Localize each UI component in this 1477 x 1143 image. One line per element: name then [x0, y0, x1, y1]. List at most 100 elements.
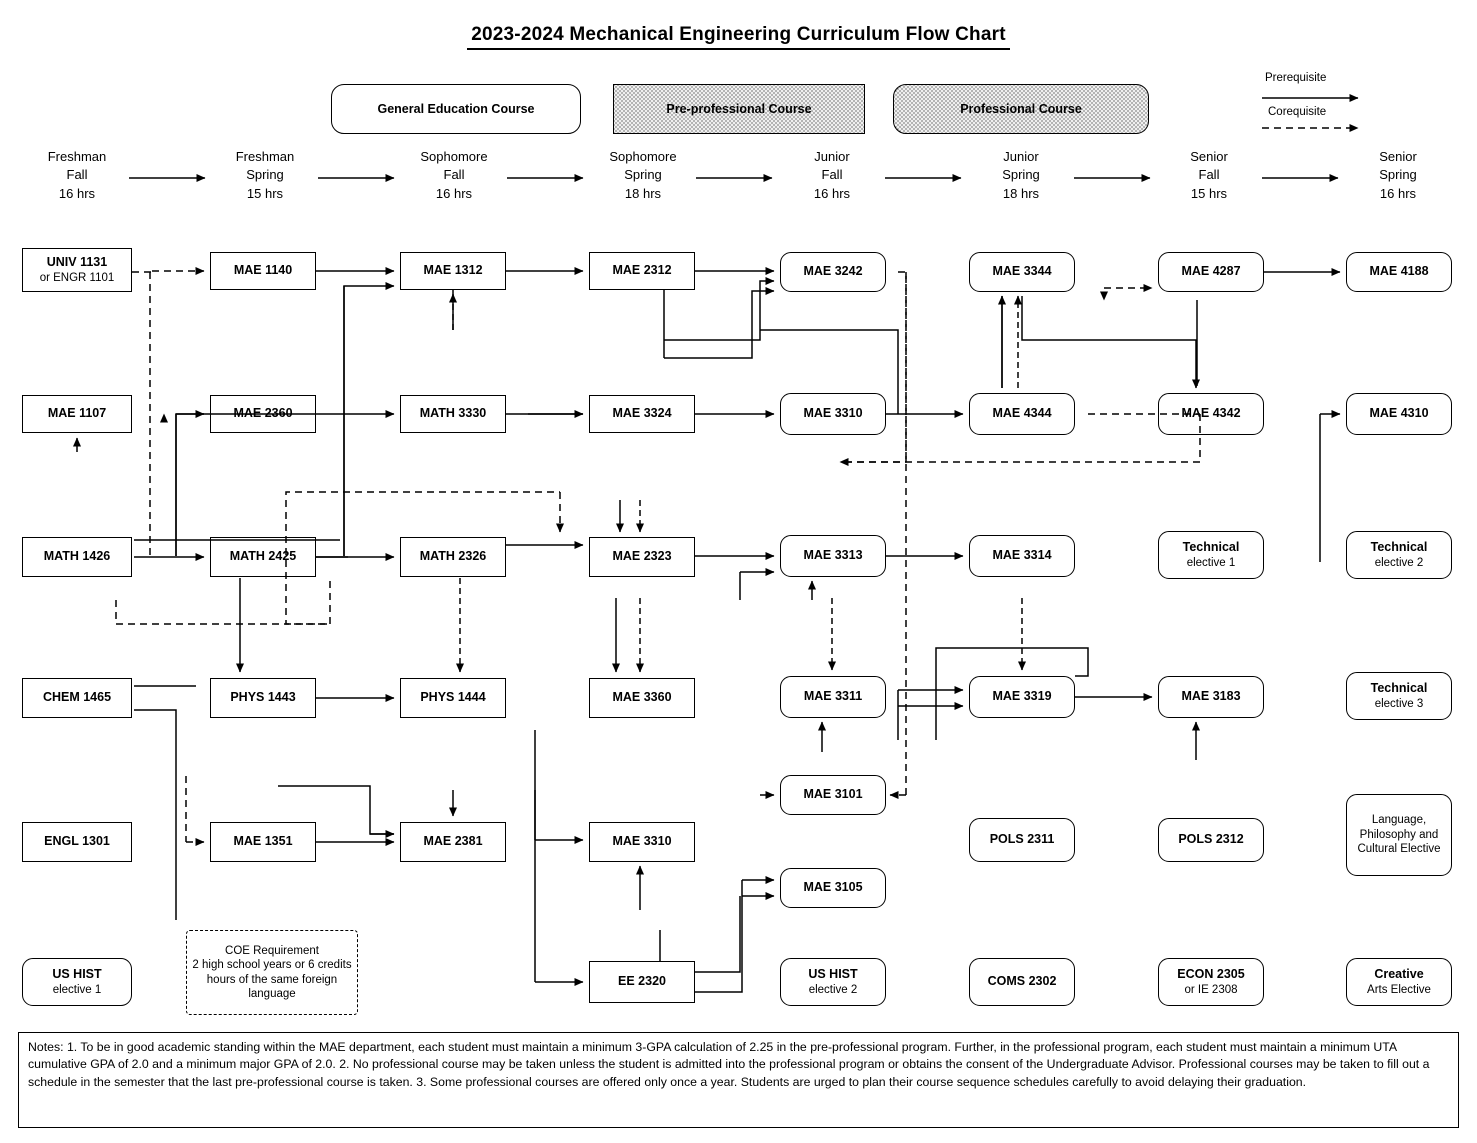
course-label: US HIST	[808, 967, 858, 981]
course-node-content: MAE 3313	[803, 548, 862, 564]
course-node-content: MAE 3344	[992, 264, 1051, 280]
course-node-math2425[interactable]: MATH 2425	[210, 537, 316, 577]
course-node-mae3344[interactable]: MAE 3344	[969, 252, 1075, 292]
course-label: MATH 2326	[419, 549, 487, 564]
course-node-content: MAE 4344	[992, 406, 1051, 422]
course-node-mae3310a[interactable]: MAE 3310	[589, 822, 695, 862]
course-node-mae1140[interactable]: MAE 1140	[210, 252, 316, 290]
course-node-content: MAE 2360	[233, 406, 292, 422]
course-node-tech1[interactable]: Technical elective 1	[1158, 531, 1264, 579]
course-node-ushist2[interactable]: US HIST elective 2	[780, 958, 886, 1006]
semester-hours: 16 hrs	[58, 185, 96, 201]
course-node-math1426[interactable]: MATH 1426	[22, 537, 132, 577]
course-label: MAE 3360	[612, 690, 672, 705]
course-label: Technical	[1370, 540, 1428, 554]
course-node-pols2311[interactable]: POLS 2311	[969, 818, 1075, 862]
course-node-mae2381[interactable]: MAE 2381	[400, 822, 506, 862]
course-node-mae3183[interactable]: MAE 3183	[1158, 676, 1264, 718]
semester-term: Fall	[66, 167, 88, 183]
course-node-langphil[interactable]: Language, Philosophy and Cultural Electiv…	[1346, 794, 1452, 876]
course-label: MAE 2323	[612, 549, 672, 564]
semester-year: Junior	[814, 149, 850, 164]
course-node-content: PHYS 1444	[420, 690, 485, 706]
course-node-tech3[interactable]: Technical elective 3	[1346, 672, 1452, 720]
semester-header-3: Sophomore Fall 16 hrs	[379, 148, 529, 203]
course-node-mae4287[interactable]: MAE 4287	[1158, 252, 1264, 292]
course-node-content: COE Requirement 2 high school years or 6 …	[189, 944, 355, 1002]
course-node-content: MAE 3360	[612, 690, 671, 706]
semester-term: Spring	[624, 167, 662, 183]
course-node-pols2312[interactable]: POLS 2312	[1158, 818, 1264, 862]
course-node-mae2360[interactable]: MAE 2360	[210, 395, 316, 433]
semester-hours: 18 hrs	[1002, 185, 1040, 201]
course-node-phys1443[interactable]: PHYS 1443	[210, 678, 316, 718]
course-node-mae3101[interactable]: MAE 3101	[780, 775, 886, 815]
course-label: MATH 2425	[229, 549, 297, 564]
course-node-tech2[interactable]: Technical elective 2	[1346, 531, 1452, 579]
semester-header-6: Junior Spring 18 hrs	[946, 148, 1096, 203]
course-node-mae4188[interactable]: MAE 4188	[1346, 252, 1452, 292]
course-node-mae3310b[interactable]: MAE 3310	[780, 393, 886, 435]
course-node-math2326[interactable]: MATH 2326	[400, 537, 506, 577]
course-sublabel: elective 2	[1374, 556, 1424, 569]
course-node-mae4344[interactable]: MAE 4344	[969, 393, 1075, 435]
course-node-content: PHYS 1443	[230, 690, 295, 706]
legend-professional-course: Professional Course	[893, 84, 1149, 134]
course-node-mae1312[interactable]: MAE 1312	[400, 252, 506, 290]
course-label: MAE 4287	[1181, 264, 1241, 279]
course-label: MAE 3310	[803, 406, 863, 421]
course-node-mae3360[interactable]: MAE 3360	[589, 678, 695, 718]
page-title-text: 2023-2024 Mechanical Engineering Curricu…	[467, 24, 1010, 50]
course-label: ECON 2305	[1177, 967, 1245, 981]
course-sublabel: or IE 2308	[1184, 983, 1238, 996]
course-label: CHEM 1465	[42, 690, 112, 705]
course-node-content: MAE 2323	[612, 549, 671, 565]
edge-into-mae3242-b	[664, 287, 775, 359]
course-node-mae2323[interactable]: MAE 2323	[589, 537, 695, 577]
course-node-mae3242[interactable]: MAE 3242	[780, 252, 886, 292]
course-node-content: Creative Arts Elective	[1367, 967, 1431, 997]
course-node-content: MAE 3183	[1181, 689, 1240, 705]
semester-year: Freshman	[235, 149, 295, 164]
course-node-content: MAE 3105	[803, 880, 862, 896]
course-node-mae3105[interactable]: MAE 3105	[780, 868, 886, 908]
course-node-ushist1[interactable]: US HIST elective 1	[22, 958, 132, 1006]
course-node-content: MAE 4287	[1181, 264, 1240, 280]
course-node-mae1107[interactable]: MAE 1107	[22, 395, 132, 433]
course-node-mae3311[interactable]: MAE 3311	[780, 676, 886, 718]
course-node-content: Technical elective 2	[1371, 540, 1428, 570]
course-label: Technical	[1182, 540, 1240, 554]
course-node-coms2302[interactable]: COMS 2302	[969, 958, 1075, 1006]
course-node-mae1351[interactable]: MAE 1351	[210, 822, 316, 862]
course-label: PHYS 1444	[420, 690, 486, 705]
course-node-ee2320[interactable]: EE 2320	[589, 961, 695, 1003]
course-node-engl1301[interactable]: ENGL 1301	[22, 822, 132, 862]
semester-header-1: Freshman Fall 16 hrs	[2, 148, 152, 203]
semester-header-5: Junior Fall 16 hrs	[757, 148, 907, 203]
course-label: MAE 3319	[992, 689, 1052, 704]
course-label: POLS 2311	[989, 832, 1055, 847]
course-node-mae3324[interactable]: MAE 3324	[589, 395, 695, 433]
course-node-content: EE 2320	[618, 974, 666, 990]
course-node-mae3313[interactable]: MAE 3313	[780, 535, 886, 577]
course-node-content: COMS 2302	[988, 974, 1057, 990]
course-node-univ1131[interactable]: UNIV 1131 or ENGR 1101	[22, 248, 132, 292]
legend-pre-professional-course: Pre-professional Course	[613, 84, 865, 134]
course-node-mae3314[interactable]: MAE 3314	[969, 535, 1075, 577]
course-node-mae2312[interactable]: MAE 2312	[589, 252, 695, 290]
course-node-math3330[interactable]: MATH 3330	[400, 395, 506, 433]
course-node-creative[interactable]: Creative Arts Elective	[1346, 958, 1452, 1006]
legend-professional-label: Professional Course	[960, 101, 1082, 116]
course-node-mae4310[interactable]: MAE 4310	[1346, 393, 1452, 435]
course-node-coereq[interactable]: COE Requirement 2 high school years or 6 …	[186, 930, 358, 1015]
course-node-chem1465[interactable]: CHEM 1465	[22, 678, 132, 718]
semester-header-8: Senior Spring 16 hrs	[1323, 148, 1473, 203]
edge-mae3344-mae4342	[1021, 296, 1200, 389]
course-node-econ2305[interactable]: ECON 2305 or IE 2308	[1158, 958, 1264, 1006]
course-node-content: MAE 4342	[1181, 406, 1240, 422]
edge-math1426-mae2360	[175, 413, 204, 556]
course-node-phys1444[interactable]: PHYS 1444	[400, 678, 506, 718]
course-node-mae3319[interactable]: MAE 3319	[969, 676, 1075, 718]
course-label: MAE 3105	[803, 880, 863, 895]
course-node-mae4342[interactable]: MAE 4342	[1158, 393, 1264, 435]
